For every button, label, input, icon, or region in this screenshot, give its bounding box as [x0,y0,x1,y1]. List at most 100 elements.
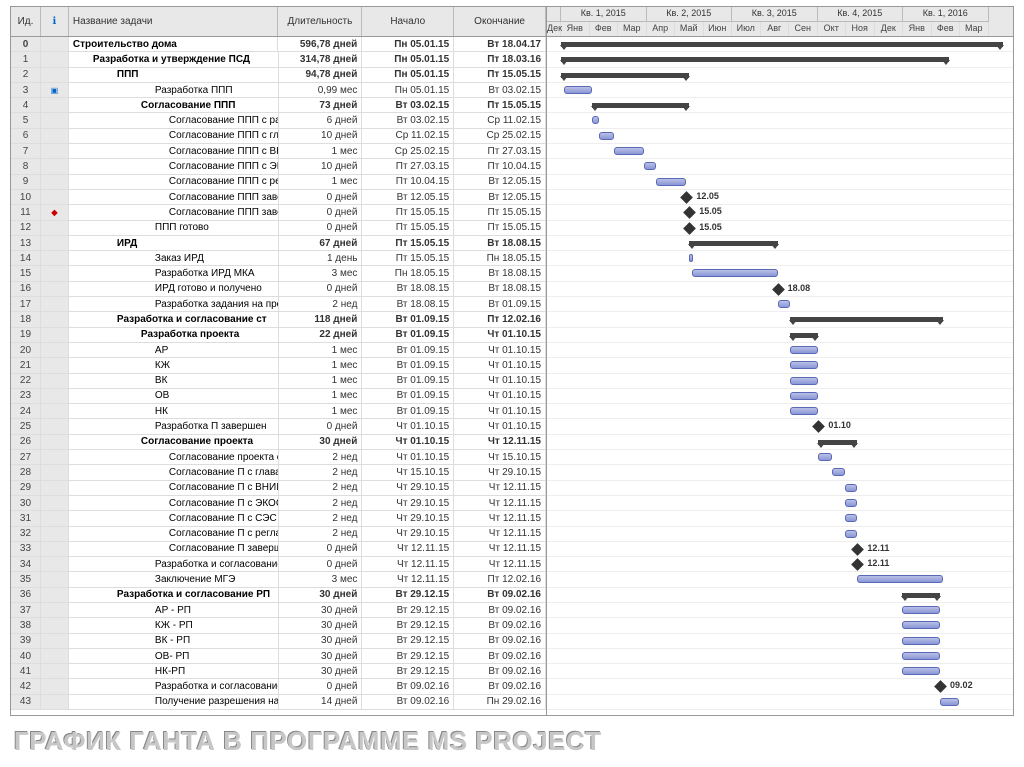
task-finish[interactable]: Вт 01.09.15 [454,297,546,311]
task-name[interactable]: Согласование проекта [69,435,279,449]
task-finish[interactable]: Вт 12.05.15 [454,175,546,189]
task-start[interactable]: Пн 05.01.15 [362,83,454,97]
task-finish[interactable]: Чт 01.10.15 [454,343,546,357]
task-start[interactable]: Чт 12.11.15 [362,572,454,586]
task-duration[interactable]: 1 мес [279,389,363,403]
task-name[interactable]: ОВ [69,389,279,403]
task-start[interactable]: Ср 11.02.15 [362,129,454,143]
task-name[interactable]: ИРД готово и получено [69,282,279,296]
task-row[interactable]: 11◆Согласование ППП заве0 днейПт 15.05.1… [11,205,546,220]
task-start[interactable]: Пн 18.05.15 [362,266,454,280]
task-duration[interactable]: 2 нед [279,496,363,510]
task-row[interactable]: 3▣Разработка ППП0,99 месПн 05.01.15Вт 03… [11,83,546,98]
task-row[interactable]: 21КЖ1 месВт 01.09.15Чт 01.10.15 [11,358,546,373]
task-finish[interactable]: Пн 18.05.15 [454,251,546,265]
task-name[interactable]: Согласование ППП с ЭК [69,159,279,173]
task-bar[interactable] [790,377,819,385]
milestone-icon[interactable] [934,681,947,694]
task-name[interactable]: Разработка проекта [69,328,279,342]
task-duration[interactable]: 0 дней [279,679,363,693]
task-bar[interactable] [902,667,940,675]
task-bar[interactable] [790,392,819,400]
task-row[interactable]: 25Разработка П завершен0 днейЧт 01.10.15… [11,419,546,434]
task-bar[interactable] [692,269,778,277]
task-duration[interactable]: 2 нед [279,527,363,541]
task-finish[interactable]: Ср 11.02.15 [454,113,546,127]
task-finish[interactable]: Вт 12.05.15 [454,190,546,204]
task-row[interactable]: 8Согласование ППП с ЭК10 днейПт 27.03.15… [11,159,546,174]
task-duration[interactable]: 22 дней [279,328,363,342]
task-name[interactable]: Разработка ИРД МКА [69,266,279,280]
task-start[interactable]: Вт 18.08.15 [362,297,454,311]
milestone-icon[interactable] [681,191,694,204]
task-duration[interactable]: 1 мес [279,358,363,372]
task-start[interactable]: Чт 29.10.15 [362,496,454,510]
task-duration[interactable]: 6 дней [279,113,363,127]
task-bar[interactable] [790,361,819,369]
task-finish[interactable]: Чт 12.11.15 [454,511,546,525]
task-start[interactable]: Чт 12.11.15 [362,542,454,556]
task-row[interactable]: 22ВК1 месВт 01.09.15Чт 01.10.15 [11,374,546,389]
task-row[interactable]: 16ИРД готово и получено0 днейВт 18.08.15… [11,282,546,297]
task-finish[interactable]: Вт 18.04.17 [454,37,546,51]
task-duration[interactable]: 314,78 дней [279,52,363,66]
task-bar[interactable] [818,453,831,461]
task-name[interactable]: Согласование ППП с глав [69,129,279,143]
task-row[interactable]: 32Согласование П с регла2 недЧт 29.10.15… [11,527,546,542]
task-row[interactable]: 4Согласование ППП73 днейВт 03.02.15Пт 15… [11,98,546,113]
task-start[interactable]: Вт 29.12.15 [362,603,454,617]
task-finish[interactable]: Пт 15.05.15 [454,221,546,235]
task-name[interactable]: Получение разрешения на строи [69,695,279,709]
summary-bar[interactable] [561,57,949,62]
task-start[interactable]: Вт 01.09.15 [362,404,454,418]
summary-bar[interactable] [818,440,857,445]
task-start[interactable]: Пт 15.05.15 [362,251,454,265]
task-finish[interactable]: Пт 15.05.15 [454,68,546,82]
summary-bar[interactable] [790,317,943,322]
task-start[interactable]: Ср 25.02.15 [362,144,454,158]
task-row[interactable]: 43Получение разрешения на строи14 днейВт… [11,695,546,710]
task-duration[interactable]: 1 мес [279,374,363,388]
task-row[interactable]: 15Разработка ИРД МКА3 месПн 18.05.15Вт 1… [11,266,546,281]
task-name[interactable]: ОВ- РП [69,649,279,663]
task-bar[interactable] [845,484,857,492]
task-bar[interactable] [902,606,940,614]
task-start[interactable]: Чт 29.10.15 [362,511,454,525]
task-row[interactable]: 23ОВ1 месВт 01.09.15Чт 01.10.15 [11,389,546,404]
task-start[interactable]: Вт 29.12.15 [362,588,454,602]
task-finish[interactable]: Вт 03.02.15 [454,83,546,97]
task-start[interactable]: Вт 29.12.15 [362,664,454,678]
task-bar[interactable] [832,468,845,476]
task-finish[interactable]: Чт 12.11.15 [454,527,546,541]
col-indicator[interactable]: ℹ [41,7,69,36]
task-duration[interactable]: 0 дней [279,205,363,219]
task-finish[interactable]: Чт 12.11.15 [454,496,546,510]
summary-bar[interactable] [561,73,689,78]
task-name[interactable]: Согласование П с глава [69,465,279,479]
task-row[interactable]: 1Разработка и утверждение ПСД314,78 дней… [11,52,546,67]
task-name[interactable]: Согласование П с регла [69,527,279,541]
task-bar[interactable] [644,162,656,170]
task-name[interactable]: Согласование ППП с рег [69,175,279,189]
task-row[interactable]: 29Согласование П с ВНИИ2 недЧт 29.10.15Ч… [11,481,546,496]
col-finish[interactable]: Окончание [454,7,546,36]
task-name[interactable]: Заказ ИРД [69,251,279,265]
task-bar[interactable] [592,116,599,124]
task-name[interactable]: ППП [69,68,279,82]
task-finish[interactable]: Вт 09.02.16 [454,588,546,602]
milestone-icon[interactable] [852,558,865,571]
task-start[interactable]: Вт 18.08.15 [362,282,454,296]
task-name[interactable]: ВК - РП [69,634,279,648]
task-duration[interactable]: 30 дней [279,618,363,632]
task-name[interactable]: Разработка и утверждение ПСД [69,52,279,66]
task-row[interactable]: 26Согласование проекта30 днейЧт 01.10.15… [11,435,546,450]
task-finish[interactable]: Вт 18.08.15 [454,266,546,280]
task-finish[interactable]: Чт 29.10.15 [454,465,546,479]
task-start[interactable]: Вт 29.12.15 [362,618,454,632]
milestone-icon[interactable] [772,283,785,296]
task-start[interactable]: Чт 15.10.15 [362,465,454,479]
task-finish[interactable]: Чт 01.10.15 [454,419,546,433]
task-duration[interactable]: 2 нед [279,511,363,525]
task-duration[interactable]: 118 дней [279,312,363,326]
task-finish[interactable]: Вт 09.02.16 [454,634,546,648]
